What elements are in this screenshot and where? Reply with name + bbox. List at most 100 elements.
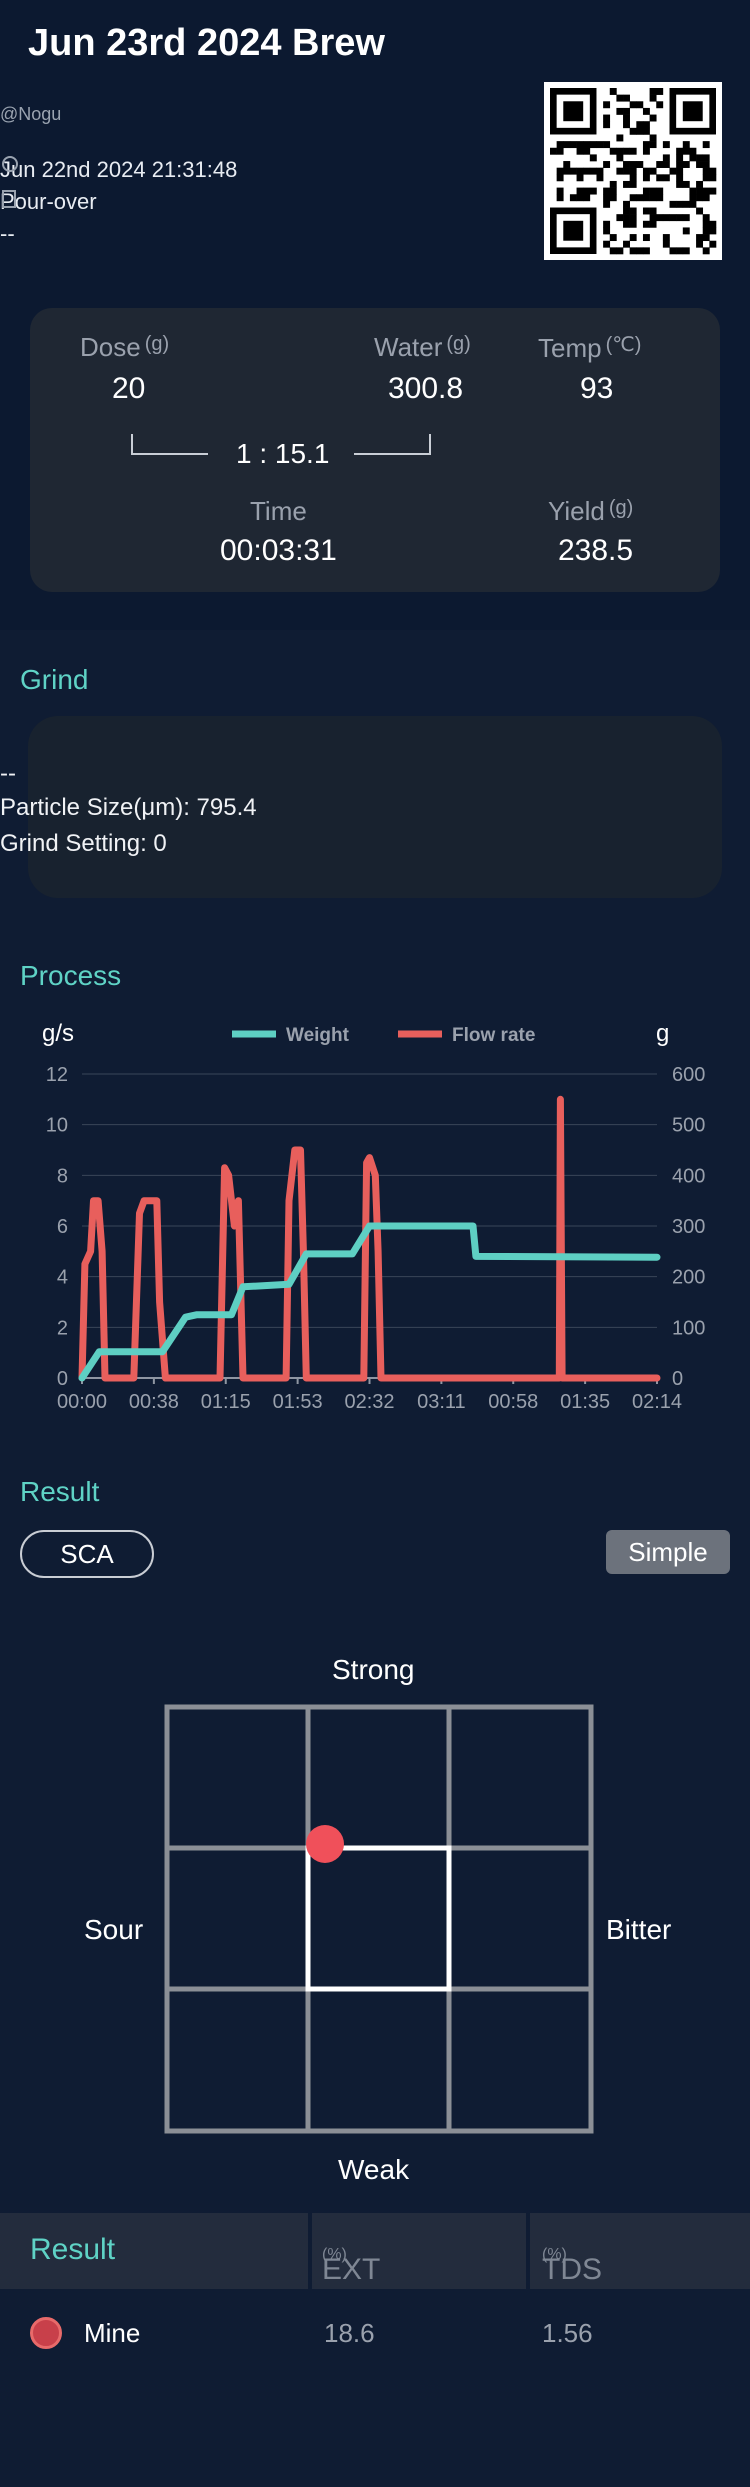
qr-module (550, 147, 557, 155)
qr-module (696, 154, 704, 162)
qr-module (696, 234, 704, 242)
qr-module (623, 107, 630, 115)
time-value: 00:03:31 (220, 534, 337, 567)
qr-module (676, 247, 684, 255)
qr-module (629, 220, 637, 228)
qr-module (696, 240, 704, 248)
qr-module (556, 194, 564, 202)
qr-module (702, 161, 710, 168)
left-tick-label: 12 (46, 1064, 68, 1086)
qr-module (569, 194, 577, 202)
qr-module (603, 101, 611, 109)
qr-module (642, 121, 650, 129)
simple-button[interactable]: Simple (606, 1530, 730, 1574)
qr-module (623, 167, 630, 175)
qr-finder-core (563, 101, 584, 122)
qr-module (676, 161, 684, 168)
qr-module (649, 187, 657, 195)
equipment-icon (2, 190, 16, 208)
qr-module (642, 207, 650, 215)
sca-button[interactable]: SCA (20, 1530, 154, 1578)
x-tick-label: 00:38 (129, 1391, 179, 1413)
brew-datetime: Jun 22nd 2024 21:31:48 (0, 157, 238, 182)
qr-module (702, 247, 710, 255)
qr-module (709, 187, 717, 195)
left-tick-label: 8 (57, 1165, 68, 1187)
yield-value: 238.5 (558, 534, 634, 567)
brew-process-chart: 0 2 4 6 8 10 12 0 100 200 300 400 500 600 00:00 00:38 01… (46, 1025, 706, 1413)
qr-module (709, 167, 717, 175)
qr-module (709, 227, 717, 235)
qr-module (662, 161, 670, 168)
qr-module (636, 247, 644, 255)
qr-module (623, 220, 630, 228)
x-tick-label: 02:14 (632, 1391, 682, 1413)
qr-module (629, 247, 637, 255)
grind-section-title: Grind (20, 664, 89, 695)
qr-module (636, 194, 644, 202)
col-tds-label: TDS (%) (542, 2246, 602, 2286)
qr-module (603, 161, 611, 168)
qr-module (649, 167, 657, 175)
qr-module (629, 101, 637, 109)
qr-module (563, 161, 571, 168)
qr-module (662, 214, 670, 222)
qr-module (682, 247, 690, 255)
qr-module (689, 147, 697, 155)
qr-finder-core (682, 101, 703, 122)
qr-module (662, 141, 670, 149)
qr-module (676, 154, 684, 162)
qr-module (642, 107, 650, 115)
result-marker[interactable] (306, 1825, 344, 1863)
qr-module (623, 200, 630, 208)
x-tick-label: 01:35 (560, 1391, 610, 1413)
qr-module (656, 194, 664, 202)
author-name[interactable]: @Nogu (0, 104, 61, 125)
right-tick-label: 300 (672, 1216, 705, 1238)
qr-module (623, 147, 630, 155)
qr-module (676, 200, 684, 208)
qr-module (642, 247, 650, 255)
qr-module (682, 180, 690, 188)
qr-module (563, 141, 571, 149)
qr-module (649, 88, 657, 95)
qr-module (702, 167, 710, 175)
qr-module (696, 180, 704, 188)
x-tick-label: 01:53 (273, 1391, 323, 1413)
table-header-ext: EXT (%) (312, 2213, 526, 2289)
qr-module (702, 214, 710, 222)
qr-module (709, 174, 717, 182)
page-title: Jun 23rd 2024 Brew (28, 22, 385, 64)
qr-module (662, 154, 670, 162)
qr-module (676, 147, 684, 155)
qr-module (669, 214, 677, 222)
qr-module (649, 220, 657, 228)
qr-module (702, 174, 710, 182)
qr-module (656, 101, 664, 109)
qr-module (583, 167, 591, 175)
x-tick-label: 00:00 (57, 1391, 107, 1413)
left-tick-label: 2 (57, 1317, 68, 1339)
qr-module (696, 187, 704, 195)
qr-module (642, 174, 650, 182)
dose-label: Dose (g) (80, 332, 170, 362)
qr-module (629, 234, 637, 242)
qr-module (603, 114, 611, 122)
qr-module (576, 167, 584, 175)
qr-module (556, 187, 564, 195)
x-tick-label: 03:11 (417, 1391, 466, 1413)
qr-module (623, 240, 630, 248)
qr-module (682, 161, 690, 168)
qr-module (662, 240, 670, 248)
right-tick-label: 100 (672, 1317, 705, 1339)
qr-code[interactable] (544, 82, 722, 260)
yield-label: Yield (g) (548, 496, 634, 526)
right-tick-label: 600 (672, 1064, 705, 1086)
qr-module (642, 127, 650, 135)
qr-module (603, 121, 611, 129)
qr-module (583, 141, 591, 149)
right-tick-label: 400 (672, 1165, 705, 1187)
qr-module (616, 154, 624, 162)
qr-module (556, 141, 564, 149)
qr-module (696, 194, 704, 202)
